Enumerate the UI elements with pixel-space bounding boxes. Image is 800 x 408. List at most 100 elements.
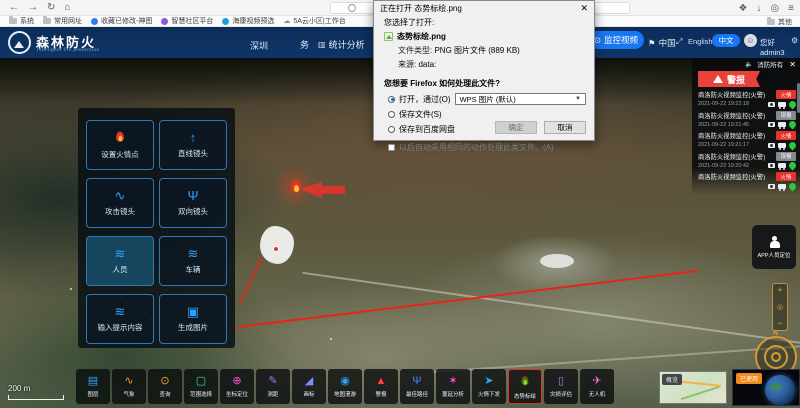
fire-point-marker[interactable]	[290, 180, 302, 195]
tool-damage-assess[interactable]: ▯灾损评估	[544, 369, 578, 404]
home-icon[interactable]: ⌂	[64, 2, 70, 13]
radio-open-with[interactable]	[388, 96, 395, 103]
fullscreen-icon[interactable]: ⤢	[676, 37, 682, 47]
video-monitor-button[interactable]: ⊙监控视频	[588, 31, 644, 49]
tool-alarm[interactable]: ▲警报	[364, 369, 398, 404]
radio-save-cloud[interactable]	[388, 126, 395, 133]
truck-icon[interactable]	[778, 102, 786, 107]
tool-personnel[interactable]: ≋人员	[86, 236, 154, 286]
zoom-in-icon[interactable]: +	[777, 286, 782, 295]
tool-vehicles[interactable]: ≋车辆	[159, 236, 227, 286]
tool-spread-analysis[interactable]: ✶蔓延分析	[436, 369, 470, 404]
bookmark-item[interactable]: 海康视频预选	[222, 16, 274, 26]
camera-icon[interactable]	[768, 184, 775, 189]
screen: ← → ↻ ⌂ ❖ ↓ ◎ ≡ 系统 常用网址 收藏已修改-神图 智慧社区平台 …	[0, 0, 800, 408]
dialog-close-icon[interactable]: ✕	[580, 3, 588, 14]
account-icon[interactable]: ◎	[770, 3, 779, 14]
tool-straight-lens[interactable]: ↑直线镜头	[159, 120, 227, 170]
menu-icon[interactable]: ≡	[788, 3, 794, 14]
alarm-row[interactable]: 商洛防火视频监控(火警)火情 2021-09-22 19:22:18	[698, 90, 796, 108]
bookmark-item[interactable]: 智慧社区平台	[161, 16, 213, 26]
tool-layers[interactable]: ▤图层	[76, 369, 110, 404]
open-with-dropdown[interactable]: WPS 图片 (默认) ▼	[455, 93, 586, 105]
location-pin-icon[interactable]	[788, 99, 798, 109]
cancel-button[interactable]: 取消	[544, 121, 586, 134]
bookmark-item[interactable]: 收藏已修改-神图	[91, 16, 152, 26]
alarm-row[interactable]: 商洛防火视频监控(火警)火情 2021-09-22 19:21:17	[698, 131, 796, 149]
truck-icon[interactable]	[778, 163, 786, 168]
nav-item-partial[interactable]: 务	[300, 38, 309, 51]
tool-draw-marker[interactable]: ◢画标	[292, 369, 326, 404]
document-icon: ▯	[558, 376, 564, 387]
alarm-row[interactable]: 商洛防火视频监控(火警)火情	[698, 172, 796, 190]
country-select[interactable]: ⚑中国	[648, 37, 676, 49]
zoom-out-icon[interactable]: −	[777, 319, 782, 328]
globe-icon: ◉	[340, 376, 350, 387]
map-zoom-control[interactable]: + ◎ −	[772, 283, 788, 331]
camera-icon[interactable]	[768, 102, 775, 107]
app-subtitle: Intelligent fire prevention	[37, 47, 100, 52]
tool-input-prompt[interactable]: ≋输入提示内容	[86, 294, 154, 344]
forward-icon[interactable]: →	[28, 2, 38, 13]
bookmark-other-folder[interactable]: 其他	[767, 16, 792, 27]
globe-3d-widget[interactable]: 已使用	[732, 369, 800, 406]
radio-save-file[interactable]	[388, 111, 395, 118]
settings-gear-icon[interactable]: ⚙	[791, 36, 798, 45]
dialog-filename: 态势标绘.png	[397, 31, 446, 42]
location-pin-icon[interactable]	[788, 181, 798, 191]
tool-coordinate-locate[interactable]: ⊕坐标定位	[220, 369, 254, 404]
tool-attack-lens[interactable]: ∿攻击镜头	[86, 178, 154, 228]
tool-fire-dispatch[interactable]: ➤火情下发	[472, 369, 506, 404]
location-pin-icon[interactable]	[788, 140, 798, 150]
bookmark-item[interactable]: ☁5A云小区|工作台	[283, 16, 345, 26]
zoom-reset-icon[interactable]: ◎	[777, 304, 783, 311]
bookmark-item[interactable]: 系统	[9, 16, 34, 26]
reload-icon[interactable]: ↻	[47, 2, 55, 13]
camera-icon[interactable]	[768, 143, 775, 148]
tool-best-path[interactable]: Ψ最佳路径	[400, 369, 434, 404]
tool-generate-image[interactable]: ▣生成图片	[159, 294, 227, 344]
bottom-toolbar: ▤图层 ∿气象 ⊙查询 ▢范围选择 ⊕坐标定位 ✎测距 ◢画标 ◉地图漫游 ▲警…	[76, 369, 614, 404]
alarm-panel: 🔈 消防所有 ✕ 警报 商洛防火视频监控(火警)火情 2021-09-22 19…	[692, 58, 800, 195]
remember-checkbox[interactable]	[388, 144, 395, 151]
tool-weather[interactable]: ∿气象	[112, 369, 146, 404]
browser-right-icons: ❖ ↓ ◎ ≡	[738, 0, 794, 16]
false-alarm-badge[interactable]: 误报	[776, 111, 796, 120]
png-file-icon	[384, 32, 393, 41]
tool-situation-plot[interactable]: 态势标绘	[508, 369, 542, 404]
tool-search[interactable]: ⊙查询	[148, 369, 182, 404]
camera-icon[interactable]	[768, 163, 775, 168]
camera-icon[interactable]	[768, 122, 775, 127]
close-icon[interactable]: ✕	[789, 60, 796, 69]
source-value: data:	[418, 60, 436, 69]
tool-drone[interactable]: ✈无人机	[580, 369, 614, 404]
overview-minimap[interactable]: 概览	[659, 371, 727, 404]
fire-badge[interactable]: 火情	[776, 172, 796, 181]
alarm-row[interactable]: 商洛防火视频监控(火警)误报 2021-09-22 19:20:42	[698, 152, 796, 170]
fire-badge[interactable]: 火情	[776, 131, 796, 140]
truck-icon[interactable]	[778, 143, 786, 148]
tool-range-select[interactable]: ▢范围选择	[184, 369, 218, 404]
false-alarm-badge[interactable]: 误报	[776, 152, 796, 161]
back-icon[interactable]: ←	[9, 2, 19, 13]
download-icon[interactable]: ↓	[756, 3, 761, 14]
nav-item-statistics[interactable]: ▥统计分析	[318, 38, 365, 51]
location-pin-icon[interactable]	[788, 161, 798, 171]
location-pin-icon[interactable]	[788, 120, 798, 130]
bookmark-item[interactable]: 常用网址	[43, 16, 82, 26]
avatar[interactable]: ☺	[744, 34, 757, 47]
lang-chinese-pill[interactable]: 中文	[712, 34, 740, 47]
extensions-icon[interactable]: ❖	[738, 3, 747, 14]
ok-button[interactable]: 确定	[495, 121, 537, 134]
tool-map-roam[interactable]: ◉地图漫游	[328, 369, 362, 404]
lang-english[interactable]: English	[688, 37, 713, 46]
truck-icon[interactable]	[778, 122, 786, 127]
app-personnel-locator[interactable]: APP人员定位	[752, 225, 796, 269]
tool-measure[interactable]: ✎测距	[256, 369, 290, 404]
fire-badge[interactable]: 火情	[776, 90, 796, 99]
site-info-icon[interactable]	[348, 4, 356, 12]
tool-set-fire-point[interactable]: 设置火情点	[86, 120, 154, 170]
truck-icon[interactable]	[778, 184, 786, 189]
tool-two-way-lens[interactable]: Ψ双向镜头	[159, 178, 227, 228]
alarm-row[interactable]: 商洛防火视频监控(火警)误报 2021-09-22 19:21:45	[698, 111, 796, 129]
